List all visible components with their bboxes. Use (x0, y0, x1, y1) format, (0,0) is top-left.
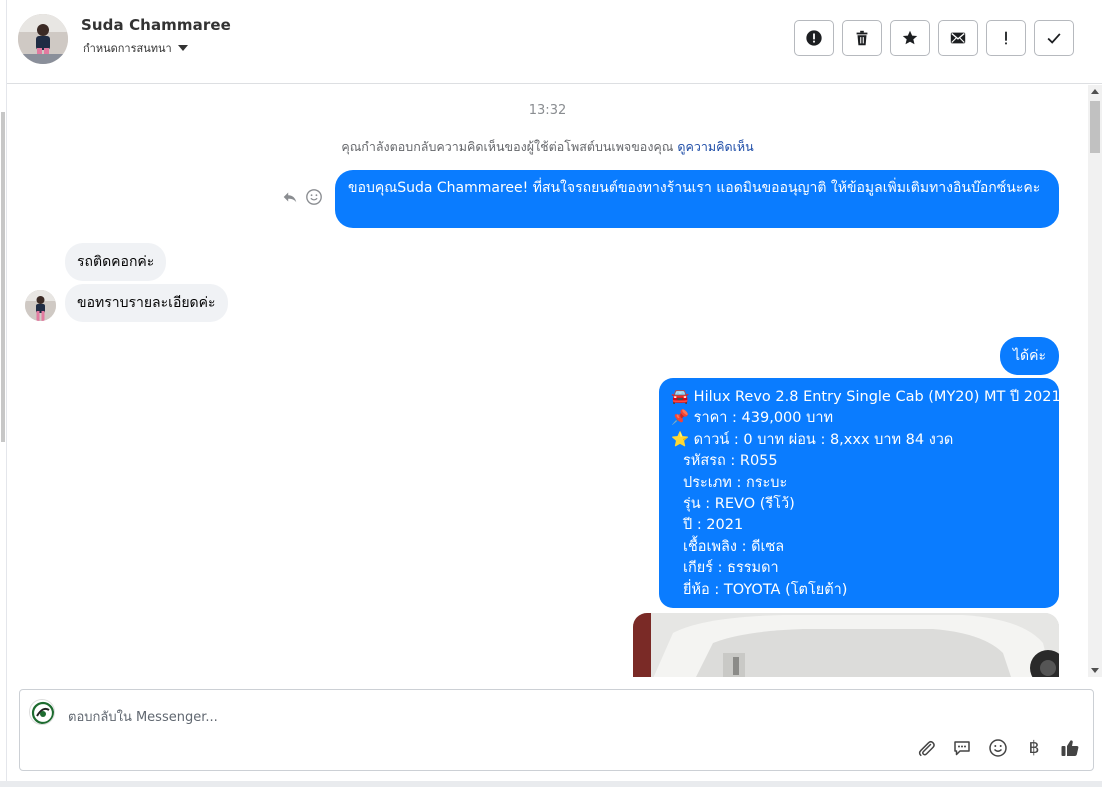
thumbs-up-icon (1061, 740, 1079, 756)
header-actions (794, 20, 1074, 56)
alert-icon (806, 30, 822, 46)
left-scroll-thumb[interactable] (1, 112, 5, 442)
listing-fuel: เชื้อเพลิง : ดีเซล (683, 538, 785, 555)
conversation-schedule-dropdown[interactable]: กำหนดการสนทนา (83, 39, 188, 57)
star-icon (902, 30, 918, 45)
reply-composer[interactable]: ตอบกลับใน Messenger... ฿ (19, 689, 1094, 771)
trash-icon (856, 30, 868, 46)
baht-icon: ฿ (1028, 738, 1040, 758)
listing-down-payment: ⭐ ดาวน์ : 0 บาท ผ่อน : 8,xxx บาท 84 งวด (671, 431, 954, 448)
car-photo[interactable] (633, 613, 1059, 677)
view-comment-link[interactable]: ดูความคิดเห็น (677, 139, 753, 154)
scroll-down-icon[interactable] (1091, 668, 1099, 673)
message-actions (281, 188, 323, 206)
listing-gear: เกียร์ : ธรรมดา (683, 560, 779, 577)
message-input[interactable]: ตอบกลับใน Messenger... (68, 706, 218, 727)
mark-done-button[interactable] (1034, 20, 1074, 56)
chat-bubble-icon (954, 741, 970, 756)
like-button[interactable] (1059, 737, 1081, 759)
envelope-icon (950, 32, 966, 44)
mark-spam-button[interactable] (794, 20, 834, 56)
saved-replies-button[interactable] (951, 737, 973, 759)
listing-year: ปี : 2021 (683, 517, 744, 534)
caret-down-icon (177, 45, 188, 51)
mark-unread-button[interactable] (938, 20, 978, 56)
delete-button[interactable] (842, 20, 882, 56)
left-panel-edge (0, 0, 7, 787)
listing-code: รหัสรถ : R055 (683, 453, 778, 470)
emoji-button[interactable] (987, 737, 1009, 759)
message-timestamp: 13:32 (528, 103, 567, 118)
bottom-edge (0, 781, 1102, 787)
listing-series: รุ่น : REVO (รีโว้) (683, 496, 795, 513)
listing-brand: ยี่ห้อ : TOYOTA (โตโยต้า) (683, 581, 848, 598)
incoming-message[interactable]: ขอทราบรายละเอียดค่ะ (65, 284, 228, 322)
listing-model: 🚘 Hilux Revo 2.8 Entry Single Cab (MY20)… (671, 389, 1061, 405)
sender-avatar[interactable] (25, 290, 56, 321)
listing-type: ประเภท : กระบะ (683, 474, 788, 491)
exclamation-icon (1005, 31, 1007, 45)
react-smiley-icon[interactable] (305, 188, 323, 206)
outgoing-message[interactable]: ขอบคุณSuda Chammaree! ที่สนใจรถยนต์ของทา… (335, 170, 1059, 228)
reply-notice: คุณกำลังตอบกลับความคิดเห็นของผู้ใช้ต่อโพ… (7, 137, 1088, 157)
attach-button[interactable] (915, 737, 937, 759)
listing-price: 📌 ราคา : 439,000 บาท (671, 410, 834, 427)
outgoing-message[interactable]: ได้ค่ะ (1000, 337, 1060, 375)
scroll-up-icon[interactable] (1091, 89, 1099, 94)
schedule-label: กำหนดการสนทนา (83, 42, 172, 55)
message-thread[interactable]: 13:32 คุณกำลังตอบกลับความคิดเห็นของผู้ใช… (7, 85, 1088, 677)
paperclip-icon (918, 740, 935, 757)
incoming-message[interactable]: รถติดคอกค่ะ (65, 243, 167, 281)
notice-text: คุณกำลังตอบกลับความคิดเห็นของผู้ใช้ต่อโพ… (341, 139, 678, 154)
car-listing-message[interactable]: 🚘 Hilux Revo 2.8 Entry Single Cab (MY20)… (659, 378, 1061, 608)
scroll-thumb[interactable] (1090, 101, 1100, 153)
thread-scrollbar[interactable] (1088, 85, 1102, 677)
smiley-icon (989, 739, 1007, 757)
reply-icon[interactable] (281, 188, 299, 206)
star-button[interactable] (890, 20, 930, 56)
conversation-header: Suda Chammaree กำหนดการสนทนา (7, 0, 1102, 84)
contact-avatar[interactable] (18, 14, 68, 64)
contact-name[interactable]: Suda Chammaree (81, 16, 231, 34)
check-icon (1047, 33, 1061, 44)
page-avatar (29, 699, 55, 725)
composer-tools: ฿ (915, 737, 1081, 759)
follow-up-button[interactable] (986, 20, 1026, 56)
payment-button[interactable]: ฿ (1023, 737, 1045, 759)
